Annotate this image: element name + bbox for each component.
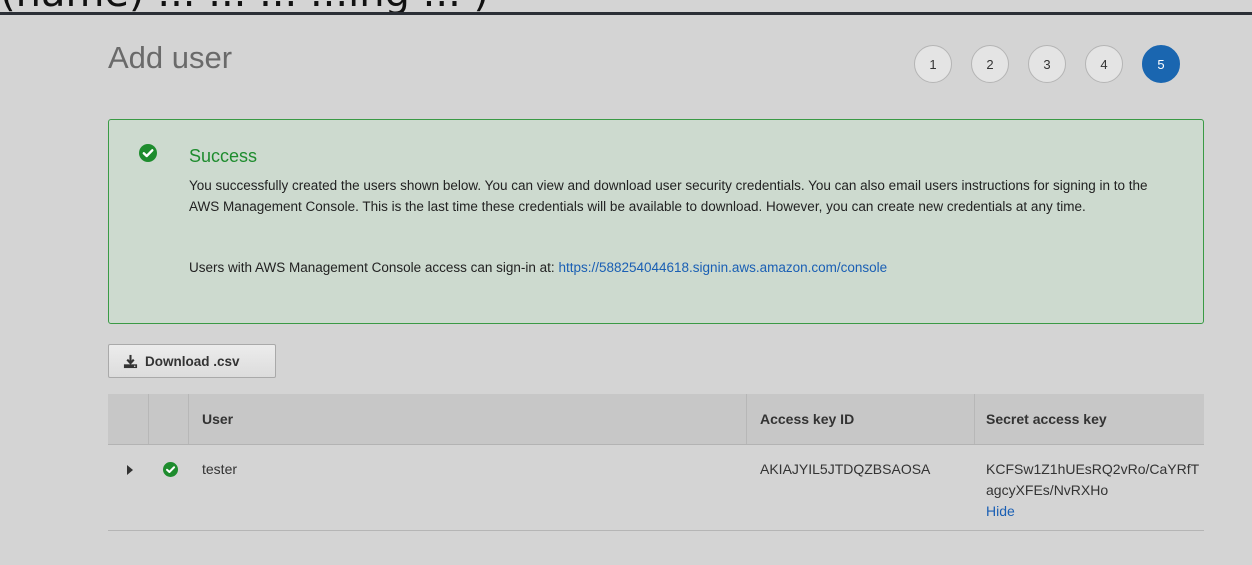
check-circle-icon (139, 144, 157, 162)
column-separator (746, 394, 747, 444)
step-1[interactable]: 1 (914, 45, 952, 83)
step-2[interactable]: 2 (971, 45, 1009, 83)
signin-url-link[interactable]: https://588254044618.signin.aws.amazon.c… (558, 260, 887, 275)
column-header-access-key-id[interactable]: Access key ID (760, 411, 854, 427)
column-separator (148, 394, 149, 444)
column-separator (974, 394, 975, 444)
wizard-steps: 1 2 3 4 5 (914, 45, 1180, 83)
expand-row-caret-icon[interactable] (127, 465, 133, 475)
success-alert: Success You successfully created the use… (108, 119, 1204, 324)
page-title: Add user (108, 40, 233, 75)
column-header-secret-access-key[interactable]: Secret access key (986, 411, 1107, 427)
hide-secret-link[interactable]: Hide (986, 501, 1201, 522)
step-4[interactable]: 4 (1085, 45, 1123, 83)
column-header-user[interactable]: User (202, 411, 233, 427)
download-icon (123, 354, 138, 368)
download-csv-label: Download .csv (145, 353, 240, 369)
step-3[interactable]: 3 (1028, 45, 1066, 83)
table-header: User Access key ID Secret access key (108, 394, 1204, 445)
secret-access-key-value: KCFSw1Z1hUEsRQ2vRo/CaYRfTagcyXFEs/NvRXHo (986, 461, 1200, 498)
check-circle-icon (163, 462, 178, 477)
signin-info: Users with AWS Management Console access… (189, 260, 887, 275)
alert-title: Success (189, 146, 258, 166)
column-separator (188, 394, 189, 444)
users-table: User Access key ID Secret access key tes… (108, 394, 1204, 531)
secret-access-key-cell: KCFSw1Z1hUEsRQ2vRo/CaYRfTagcyXFEs/NvRXHo… (986, 459, 1201, 522)
step-5[interactable]: 5 (1142, 45, 1180, 83)
user-name-cell: tester (202, 461, 238, 477)
top-bar-partial-text: (name) ... ... ... ...ing ... ) (0, 0, 489, 12)
alert-body: You successfully created the users shown… (189, 178, 1148, 214)
signin-prefix: Users with AWS Management Console access… (189, 260, 555, 275)
top-bar: (name) ... ... ... ...ing ... ) (0, 0, 1252, 15)
table-row: tester AKIAJYIL5JTDQZBSAOSA KCFSw1Z1hUEs… (108, 445, 1204, 531)
access-key-id-cell: AKIAJYIL5JTDQZBSAOSA (760, 461, 931, 477)
download-csv-button[interactable]: Download .csv (108, 344, 276, 378)
